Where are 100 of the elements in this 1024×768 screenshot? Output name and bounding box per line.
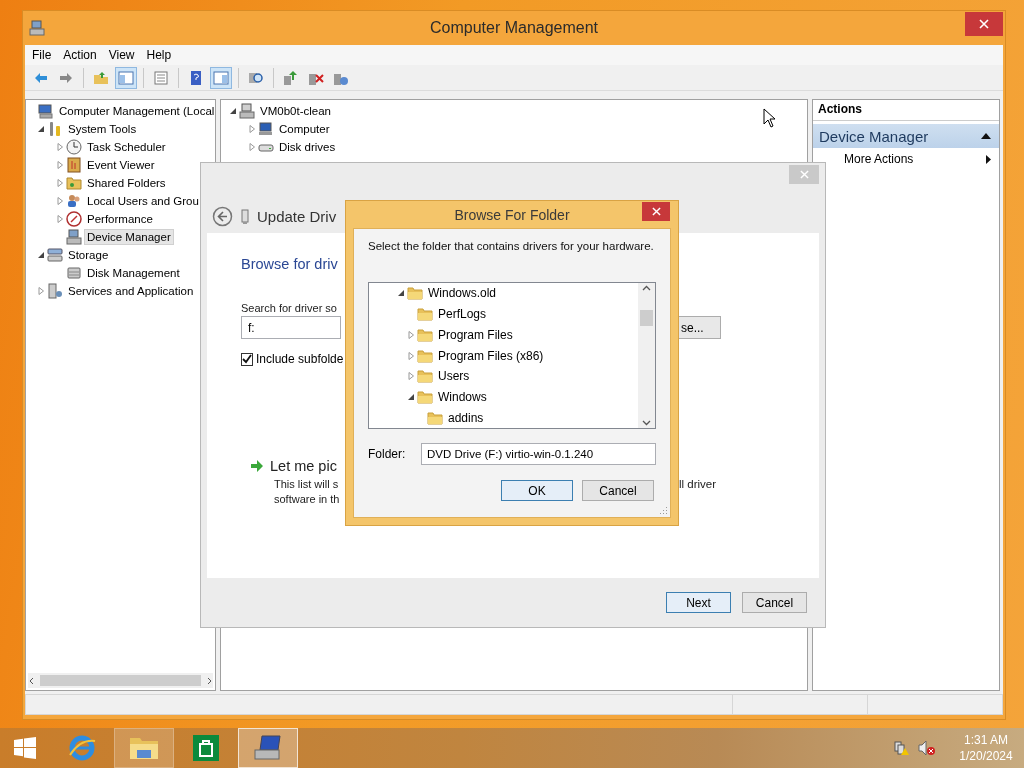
menu-item[interactable]: Action (58, 48, 104, 62)
list-icon (153, 69, 169, 86)
tree-item[interactable]: Task Scheduler (84, 139, 169, 155)
caret-up-icon[interactable] (981, 133, 991, 139)
tree-item[interactable]: Local Users and Grou (84, 193, 202, 209)
chevron-up-icon[interactable] (642, 285, 651, 291)
tree-item[interactable]: Computer Management (Local (56, 103, 218, 119)
tree-item[interactable]: Event Viewer (84, 157, 158, 173)
field-label: Folder: (368, 447, 407, 461)
dialog-button[interactable]: Cancel (582, 480, 654, 501)
collapsed-triangle-icon[interactable] (248, 143, 256, 151)
speaker-muted-icon[interactable] (918, 740, 936, 756)
collapsed-triangle-icon[interactable] (407, 372, 415, 381)
expanded-triangle-icon[interactable] (397, 289, 405, 298)
book-icon (66, 157, 82, 173)
collapsed-triangle-icon[interactable] (56, 215, 64, 223)
folder-icon (417, 368, 433, 385)
taskbar-app[interactable] (114, 728, 174, 768)
dialog-button[interactable]: Cancel (742, 592, 807, 613)
collapsed-triangle-icon[interactable] (56, 143, 64, 151)
menu-item[interactable]: View (103, 48, 142, 62)
toolbar-button[interactable] (210, 66, 232, 89)
action-link[interactable]: More Actions (844, 152, 914, 166)
folder-up-icon (93, 69, 109, 86)
folder-icon (417, 326, 433, 343)
scrollbar-thumb[interactable] (40, 675, 201, 686)
close-button[interactable] (642, 202, 670, 221)
arrow-right-icon (250, 459, 264, 473)
collapsed-triangle-icon[interactable] (248, 125, 256, 133)
tree-item[interactable]: Disk Management (84, 265, 183, 281)
tree-item[interactable]: PerfLogs (435, 305, 490, 324)
computer-icon (29, 20, 45, 36)
horizontal-scrollbar[interactable] (28, 673, 213, 688)
tree-item[interactable]: Program Files (x86) (435, 346, 547, 365)
tree-item[interactable]: Shared Folders (84, 175, 169, 191)
chevron-down-icon[interactable] (642, 420, 651, 426)
network-warning-icon[interactable] (894, 740, 910, 756)
storage-icon (47, 247, 63, 263)
tree-item[interactable]: Windows (435, 387, 490, 406)
dialog-button[interactable]: OK (501, 480, 573, 501)
mouse-pointer-icon (763, 108, 776, 128)
taskbar-app[interactable] (238, 728, 298, 768)
toolbar-button[interactable] (115, 66, 137, 89)
tree-item[interactable]: Storage (65, 247, 112, 263)
collapsed-triangle-icon[interactable] (37, 287, 45, 295)
tree-item[interactable]: Services and Application (65, 283, 197, 299)
dialog-title: Browse For Folder (454, 206, 570, 223)
gauge-icon (66, 211, 82, 227)
users-icon (66, 193, 82, 209)
option-link[interactable]: Let me pic (270, 458, 337, 474)
menu-item[interactable]: File (27, 48, 59, 62)
collapsed-triangle-icon[interactable] (407, 351, 415, 360)
close-icon (651, 207, 661, 216)
dialog-button[interactable]: Next (666, 592, 731, 613)
collapsed-triangle-icon[interactable] (56, 179, 64, 187)
panel-icon (118, 69, 134, 86)
expanded-triangle-icon[interactable] (407, 392, 415, 401)
folder-icon (66, 175, 82, 191)
tree-item[interactable]: addins (445, 408, 487, 427)
upload-icon (283, 69, 299, 86)
folder-field[interactable]: DVD Drive (F:) virtio-win-0.1.240 (421, 443, 656, 465)
collapsed-triangle-icon[interactable] (407, 330, 415, 339)
close-icon (979, 19, 989, 29)
expanded-triangle-icon[interactable] (229, 107, 237, 115)
tree-item[interactable]: VM0b0t-clean (257, 103, 334, 119)
computer-icon (66, 229, 82, 245)
prompt-text: Select the folder that contains drivers for your hardware. (368, 240, 655, 252)
tree-item[interactable]: Disk drives (276, 139, 339, 155)
dialog-title: Update Driv (257, 208, 337, 225)
folder-icon (407, 285, 423, 302)
resize-grip-icon[interactable] (659, 506, 668, 515)
checkbox[interactable] (241, 352, 253, 366)
close-button[interactable] (965, 12, 1003, 36)
tree-item[interactable]: Performance (84, 211, 156, 227)
clock-date: 1/20/2024 (959, 748, 1013, 764)
caret-right-icon (986, 154, 991, 164)
expanded-triangle-icon[interactable] (37, 251, 45, 259)
tree-item[interactable]: Users (435, 367, 473, 386)
option-description: software in th (274, 492, 340, 505)
field-label: Search for driver so (241, 302, 338, 314)
vertical-scrollbar[interactable] (638, 283, 655, 428)
option-description: This list will s (274, 477, 339, 490)
path-field[interactable]: f: (241, 316, 341, 339)
chevron-right-icon[interactable] (205, 676, 213, 685)
scrollbar-thumb[interactable] (640, 309, 653, 326)
section-header[interactable]: Device Manager (813, 124, 999, 148)
tree-item[interactable]: Computer (276, 121, 333, 137)
tree-item[interactable]: System Tools (65, 121, 140, 137)
tree-item[interactable]: Device Manager (84, 229, 174, 245)
browse-button[interactable]: se... (679, 316, 721, 339)
collapsed-triangle-icon[interactable] (56, 161, 64, 169)
clock-icon (66, 139, 82, 155)
tree-item[interactable]: Windows.old (425, 284, 500, 303)
tree-item[interactable]: Program Files (435, 325, 516, 344)
pane-heading: Actions (813, 100, 999, 121)
chevron-left-icon[interactable] (28, 676, 36, 685)
expanded-triangle-icon[interactable] (37, 125, 45, 133)
collapsed-triangle-icon[interactable] (56, 197, 64, 205)
computer-icon (252, 733, 284, 763)
menu-item[interactable]: Help (141, 48, 179, 62)
